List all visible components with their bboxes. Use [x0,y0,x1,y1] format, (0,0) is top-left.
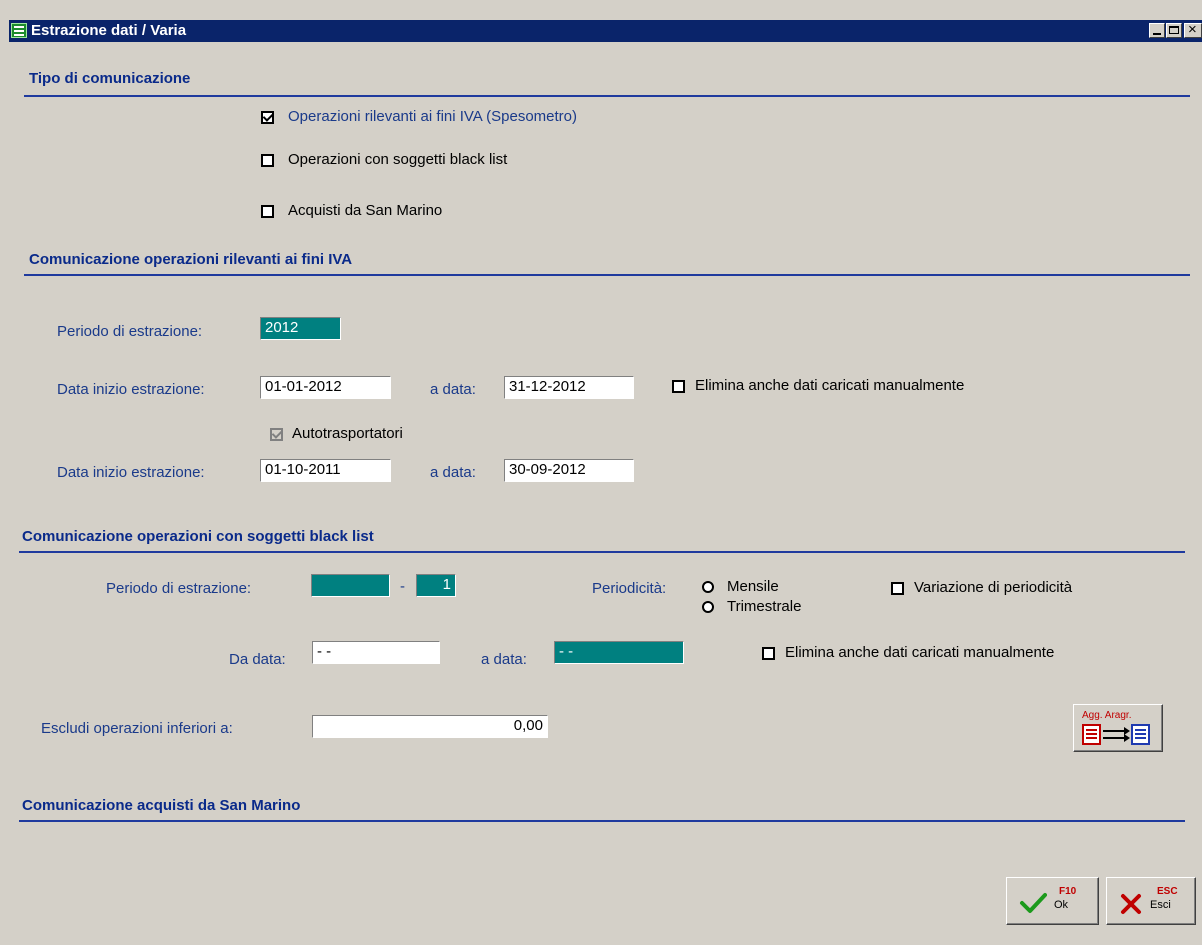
trimestrale-label[interactable]: Trimestrale [727,598,801,616]
san-marino-checkbox[interactable] [261,205,274,218]
autotrasportatori-checkbox[interactable] [270,428,283,441]
agg-aragr-button[interactable]: Agg. Aragr. [1073,704,1163,752]
bl-periodo-field[interactable] [311,574,390,597]
dialog-window: Estrazione dati / Varia Tipo di comunica… [0,0,1202,945]
variazione-periodicita-checkbox[interactable] [891,582,904,595]
a-data-2-label: a data: [430,464,476,481]
variazione-periodicita-label[interactable]: Variazione di periodicità [914,579,1072,597]
section-title-san-marino: Comunicazione acquisti da San Marino [22,797,301,814]
section-divider [19,820,1185,822]
data-inizio-label: Data inizio estrazione: [57,381,205,398]
maximize-button[interactable] [1166,23,1182,38]
mensile-label[interactable]: Mensile [727,578,779,596]
data-inizio-2-label: Data inizio estrazione: [57,464,205,481]
a-data-label: a data: [430,381,476,398]
black-list-checkbox[interactable] [261,154,274,167]
elimina-manuali-label[interactable]: Elimina anche dati caricati manualmente [695,377,964,395]
autotrasportatori-label[interactable]: Autotrasportatori [292,425,403,443]
data-inizio-2-field[interactable]: 01-10-2011 [260,459,391,482]
trimestrale-radio[interactable] [702,601,714,613]
spesometro-label[interactable]: Operazioni rilevanti ai fini IVA (Spesom… [288,108,577,126]
merge-lists-icon [1082,724,1150,745]
section-title-tipo: Tipo di comunicazione [29,70,191,87]
bl-elimina-manuali-checkbox[interactable] [762,647,775,660]
elimina-manuali-checkbox[interactable] [672,380,685,393]
escludi-field[interactable]: 0,00 [312,715,548,738]
ok-label: Ok [1054,899,1069,911]
escludi-label: Escludi operazioni inferiori a: [41,720,233,737]
section-title-blacklist: Comunicazione operazioni con soggetti bl… [22,528,374,545]
periodo-estrazione-label: Periodo di estrazione: [57,323,203,340]
mensile-radio[interactable] [702,581,714,593]
bl-a-data-field[interactable]: - - [554,641,684,664]
periodicita-label: Periodicità: [592,580,667,597]
agg-aragr-label: Agg. Aragr. [1082,710,1132,721]
san-marino-label[interactable]: Acquisti da San Marino [288,202,442,220]
section-divider [24,95,1190,97]
section-divider [24,274,1190,276]
spesometro-checkbox[interactable] [261,111,274,124]
bl-periodo-label: Periodo di estrazione: [106,580,252,597]
bl-elimina-manuali-label[interactable]: Elimina anche dati caricati manualmente [785,644,1054,662]
esci-button[interactable]: ESC Esci [1106,877,1196,925]
section-title-rilevanti: Comunicazione operazioni rilevanti ai fi… [29,251,353,268]
data-inizio-field[interactable]: 01-01-2012 [260,376,391,399]
periodo-estrazione-field[interactable]: 2012 [260,317,341,340]
bl-periodo-num-field[interactable]: 1 [416,574,456,597]
da-data-field[interactable]: - - [312,641,440,664]
minimize-button[interactable] [1149,23,1165,38]
bl-a-data-label: a data: [481,651,527,668]
esci-label: Esci [1150,899,1171,911]
ok-button[interactable]: F10 Ok [1006,877,1099,925]
checkmark-icon [1020,893,1047,913]
a-data-2-field[interactable]: 30-09-2012 [504,459,634,482]
bl-periodo-separator: - [400,578,405,595]
esci-shortcut-key: ESC [1157,886,1178,897]
ok-shortcut-key: F10 [1059,886,1077,897]
close-button[interactable] [1184,21,1202,38]
da-data-label: Da data: [229,651,286,668]
close-x-icon [1121,894,1141,914]
section-divider [19,551,1185,553]
a-data-field[interactable]: 31-12-2012 [504,376,634,399]
black-list-label[interactable]: Operazioni con soggetti black list [288,151,507,169]
window-title: Estrazione dati / Varia [31,22,187,39]
title-bar[interactable]: Estrazione dati / Varia [9,20,1202,42]
app-icon [11,23,27,38]
